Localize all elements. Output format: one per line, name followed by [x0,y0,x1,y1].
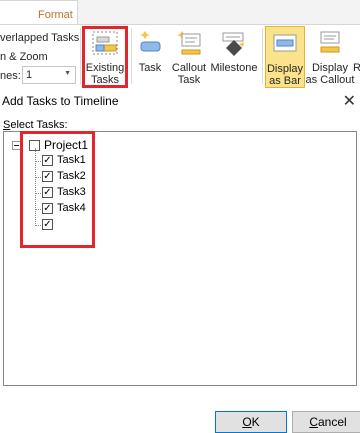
tab-format-label: Format [38,9,73,21]
text-lines-select[interactable]: 1 ▼ [22,66,76,84]
display-as-callout-label-1: Display [311,62,349,74]
ribbon-separator [131,28,132,84]
ok-button[interactable]: OK [215,411,287,433]
callout-task-icon [177,31,201,55]
ribbon-cut-off-button[interactable]: R [352,26,360,88]
tasks-highlight [20,131,95,248]
milestone-icon [222,32,244,56]
close-icon[interactable]: ✕ [343,91,356,111]
text-lines-label: nes: [0,70,21,82]
ribbon-separator [262,28,263,84]
display-as-bar-label-1: Display [266,63,304,75]
text-lines-value: 1 [26,69,33,81]
select-tasks-label-text: elect Tasks: [10,119,68,131]
ribbon-cut-off-label: R [353,62,360,74]
tab-format[interactable]: Format [0,0,78,25]
show-hide-options: verlapped Tasks n & Zoom nes: 1 ▼ [0,24,80,91]
ribbon-separator [80,28,81,84]
ok-label: K [251,415,260,429]
task-bar-icon [140,31,161,52]
task-button[interactable]: Task [135,26,165,88]
select-tasks-label: Select Tasks: [3,119,68,131]
display-as-callout-button[interactable]: Display as Callout [305,26,355,88]
pan-zoom-option[interactable]: n & Zoom [0,51,48,63]
existing-tasks-highlight [82,26,128,88]
display-bar-icon [273,34,297,52]
chevron-down-icon: ▼ [64,70,71,77]
cancel-mnemonic: C [309,415,318,429]
dialog-title: Add Tasks to Timeline [2,94,119,108]
dialog-titlebar[interactable]: Add Tasks to Timeline ✕ [0,91,360,111]
callout-task-label-2: Task [177,74,201,86]
callout-task-button[interactable]: Callout Task [168,26,210,88]
milestone-label: Milestone [210,62,258,74]
cancel-button[interactable]: Cancel [292,411,360,433]
cancel-label: ancel [317,415,347,429]
callout-task-label-1: Callout [171,62,207,74]
display-as-callout-label-2: as Callout [305,74,355,86]
display-callout-icon [320,31,340,53]
milestone-button[interactable]: Milestone [208,26,260,88]
display-as-bar-button[interactable]: Display as Bar [265,26,305,88]
task-label: Task [138,62,162,74]
ok-mnemonic: O [242,415,252,429]
overlapped-tasks-option[interactable]: verlapped Tasks [0,32,79,44]
display-as-bar-label-2: as Bar [269,75,301,87]
